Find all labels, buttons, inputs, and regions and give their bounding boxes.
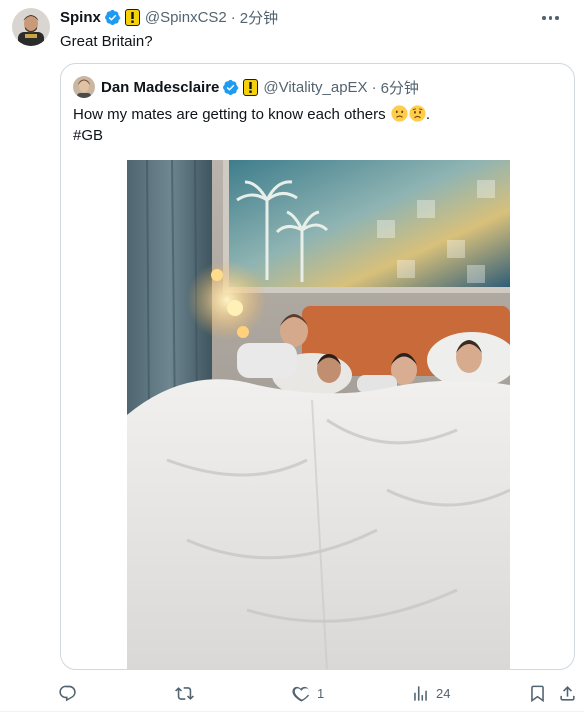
hashtag-link[interactable]: #GB — [73, 125, 563, 146]
quoted-author-handle[interactable]: @Vitality_apEX — [263, 79, 367, 96]
reply-button[interactable] — [58, 682, 83, 704]
author-handle[interactable]: @SpinxCS2 — [145, 9, 227, 26]
share-icon — [560, 685, 575, 701]
bookmark-icon — [531, 685, 544, 702]
retweet-icon — [175, 686, 194, 700]
tweet-card[interactable]: Spinx @SpinxCS2 · 2分钟 Great Britain? Dan… — [0, 0, 584, 712]
quoted-tweet-time[interactable]: 6分钟 — [381, 77, 419, 98]
views-count: 24 — [436, 685, 451, 701]
worried-face-emoji — [409, 105, 426, 122]
like-button[interactable]: 1 — [292, 682, 324, 704]
bookmark-button[interactable] — [528, 682, 547, 704]
like-icon — [292, 686, 310, 702]
action-bar: 1 24 — [58, 682, 575, 704]
author-avatar[interactable] — [12, 8, 50, 46]
tweet-time[interactable]: 2分钟 — [240, 7, 278, 28]
verified-badge-icon — [223, 79, 239, 95]
quoted-author-avatar[interactable] — [73, 76, 95, 98]
quoted-author-name[interactable]: Dan Madesclaire — [101, 79, 219, 96]
author-name[interactable]: Spinx — [60, 9, 101, 26]
views-button[interactable]: 24 — [411, 682, 450, 704]
more-icon[interactable] — [542, 11, 564, 25]
quoted-tweet-body: How my mates are getting to know each ot… — [73, 106, 386, 123]
slightly-frowning-face-emoji — [391, 105, 408, 122]
quoted-tweet-photo[interactable] — [127, 160, 510, 669]
verified-badge-icon — [104, 9, 121, 25]
retweet-button[interactable] — [175, 682, 200, 704]
affiliate-badge-icon — [124, 8, 140, 26]
reply-icon — [59, 685, 76, 701]
quoted-tweet-body-end: . — [425, 106, 430, 123]
quoted-tweet-text: How my mates are getting to know each ot… — [73, 104, 563, 146]
tweet-text: Great Britain? — [60, 33, 153, 50]
separator-dot: · — [371, 78, 377, 96]
affiliate-badge-icon — [243, 78, 259, 96]
quoted-tweet[interactable]: Dan Madesclaire @Vitality_apEX · 6分钟 How… — [60, 63, 575, 670]
like-count: 1 — [317, 685, 325, 701]
share-button[interactable] — [558, 682, 577, 704]
separator-dot: · — [230, 8, 236, 26]
quoted-tweet-header: Dan Madesclaire @Vitality_apEX · 6分钟 — [101, 77, 419, 97]
tweet-header: Spinx @SpinxCS2 · 2分钟 — [60, 6, 544, 28]
views-icon — [414, 685, 427, 701]
